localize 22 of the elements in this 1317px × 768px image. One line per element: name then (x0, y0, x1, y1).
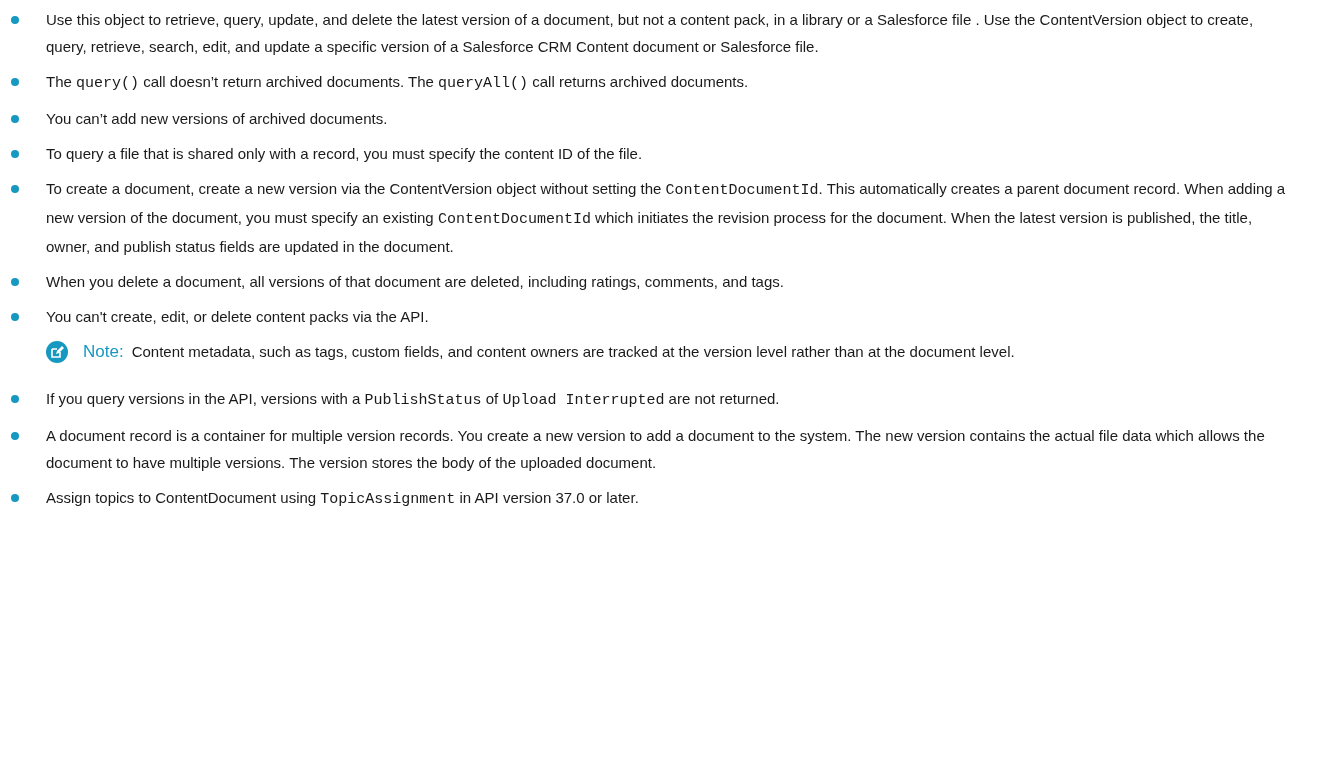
bullet-icon (11, 185, 19, 193)
edit-icon (46, 341, 68, 363)
bullet-icon (11, 150, 19, 158)
bullet-text: To create a document, create a new version via the ContentVersion object without setting the ContentDocumentId. This automatically creates a parent document record. When adding a new version of the document, you must specify an existing ContentDocumentId which initiates the revision process for the document. When the latest version is published, the title, owner, and publish status fields are updated in the document. (46, 179, 1287, 257)
bullet-icon (11, 432, 19, 440)
bullet-text: Use this object to retrieve, query, update, and delete the latest version of a document, but not a content pack, in a library or a Salesforce file . Use the ContentVersion object to create, query, retrieve, search, edit, and update a specific version of a Salesforce CRM Content document or Salesforce file. (46, 10, 1255, 57)
bullet-text: You can't create, edit, or delete content packs via the API. (46, 307, 429, 327)
bullet-icon (11, 494, 19, 502)
bullet-text: When you delete a document, all versions of that document are deleted, including ratings, comments, and tags. (46, 272, 784, 292)
bullet-icon (11, 313, 19, 321)
bullet-text: A document record is a container for multiple version records. You create a new version to add a document to the system. The new version contains the actual file data which allows the document to have multiple versions. The version stores the body of the uploaded document. (46, 426, 1266, 473)
bullet-icon (11, 395, 19, 403)
bullet-text: The query() call doesn’t return archived documents. The queryAll() call returns archived documents. (46, 72, 749, 94)
bullet-text: Assign topics to ContentDocument using TopicAssignment in API version 37.0 or later. (46, 488, 639, 510)
bullet-text: You can’t add new versions of archived documents. (46, 109, 388, 129)
bullet-text: To query a file that is shared only with a record, you must specify the content ID of the file. (46, 144, 643, 164)
bullet-icon (11, 278, 19, 286)
bullet-icon (11, 16, 19, 24)
note-text: Note: Content metadata, such as tags, custom fields, and content owners are tracked at the version level rather than at the document level. (83, 341, 1015, 363)
bullet-text: If you query versions in the API, versions with a PublishStatus of Upload Interrupted are not returned. (46, 389, 780, 411)
bullet-icon (11, 115, 19, 123)
bullet-icon (11, 78, 19, 86)
